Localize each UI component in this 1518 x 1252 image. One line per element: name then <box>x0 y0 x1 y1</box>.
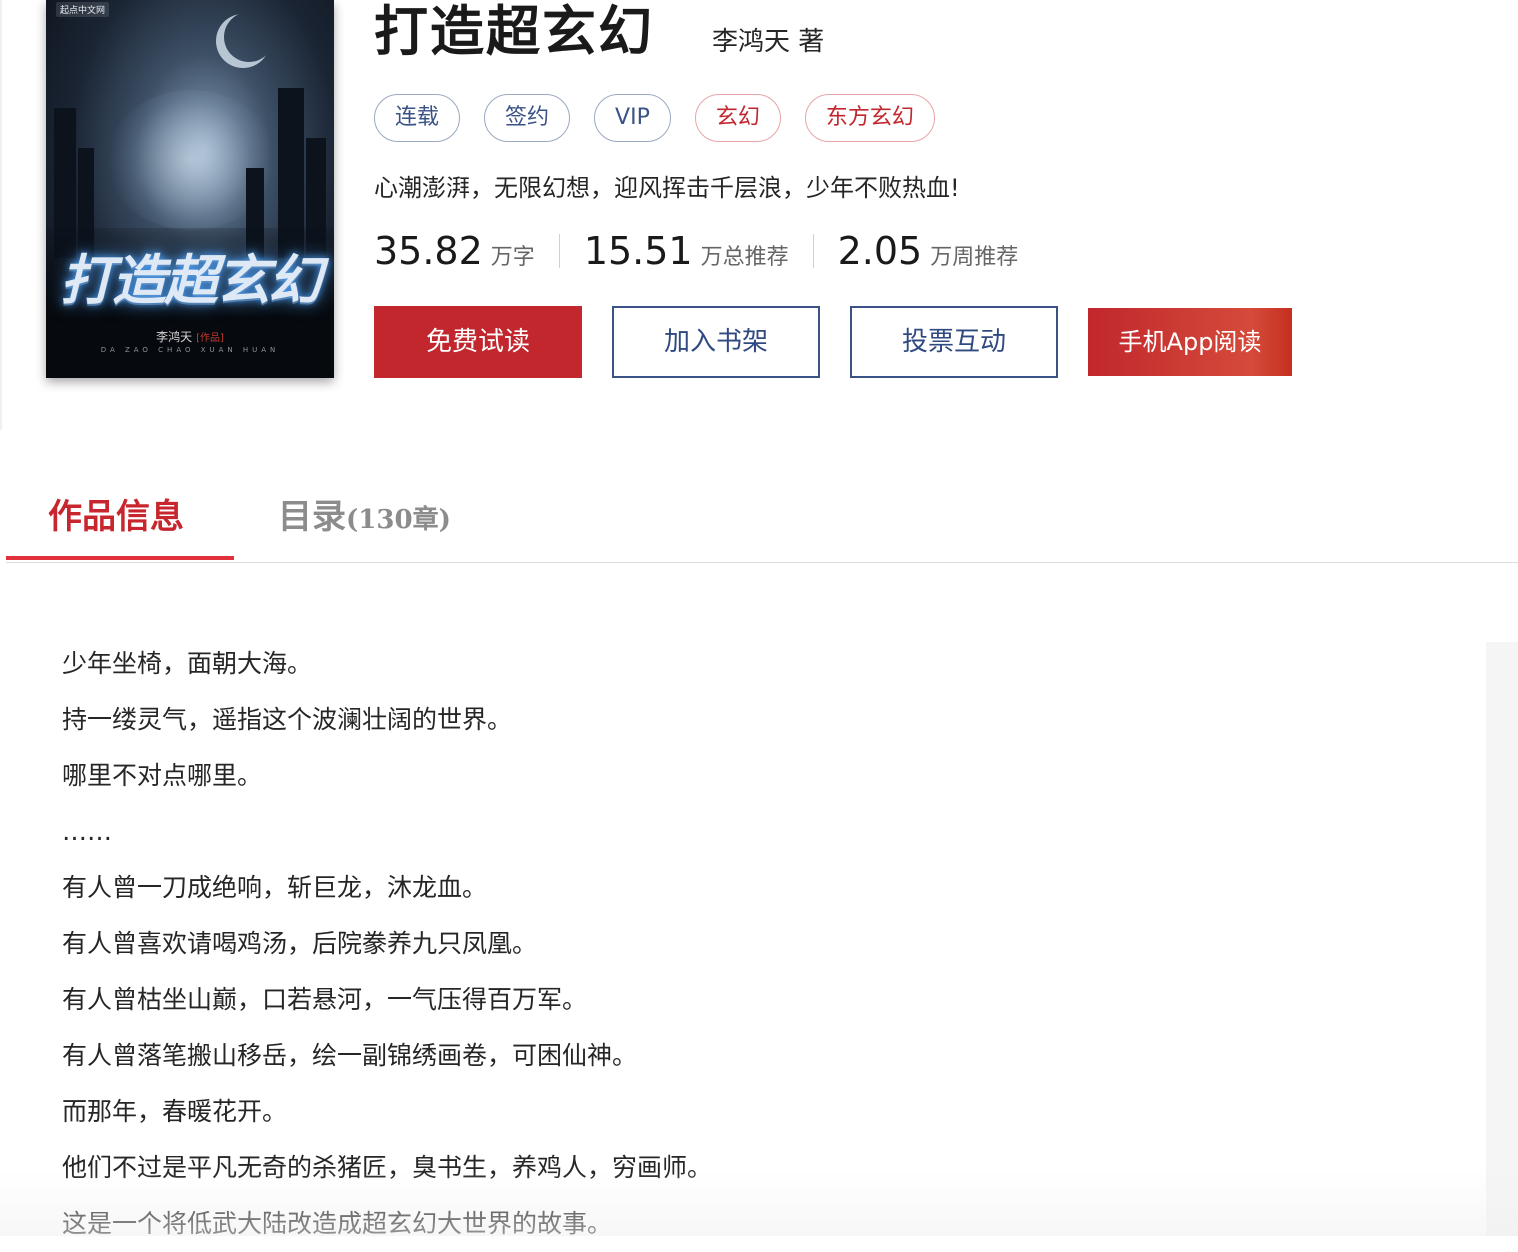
stat-value: 15.51 <box>583 229 693 273</box>
tag-signed: 签约 <box>484 94 571 142</box>
stat-value: 2.05 <box>837 229 923 273</box>
stat-divider <box>558 234 560 268</box>
right-side-panel <box>1486 642 1518 1236</box>
cover-author: 李鸿天 [作品] <box>46 328 334 345</box>
description-line: 有人曾一刀成绝响，斩巨龙，沐龙血。 <box>62 873 488 902</box>
stat-divider <box>812 234 814 268</box>
description-line: 持一缕灵气，遥指这个波澜壮阔的世界。 <box>62 705 513 734</box>
stat-value: 35.82 <box>374 229 483 273</box>
tab-catalog-label: 目录 <box>278 497 346 537</box>
cover-publisher-logo: 起点中文网 <box>56 2 110 17</box>
book-title: 打造超玄幻 <box>374 0 654 63</box>
stat-unit: 万周推荐 <box>930 245 1019 270</box>
book-cover[interactable]: 起点中文网 打造超玄幻 李鸿天 [作品] DA ZAO CHAO XUAN HUA… <box>46 0 334 378</box>
book-stats: 35.82 万字 15.51 万总推荐 2.05 万周推荐 <box>374 228 1018 274</box>
description-line: 哪里不对点哪里。 <box>62 761 263 790</box>
description-line: 他们不过是平凡无奇的杀猪匠，臭书生，养鸡人，穷画师。 <box>62 1153 713 1182</box>
book-intro: 心潮澎湃，无限幻想，迎风挥击千层浪，少年不败热血! <box>374 174 960 202</box>
description-line: 这是一个将低武大陆改造成超玄幻大世界的故事。 <box>62 1209 613 1238</box>
book-author[interactable]: 李鸿天 著 <box>712 24 824 60</box>
cover-author-name: 李鸿天 <box>156 330 193 344</box>
tab-book-info[interactable]: 作品信息 <box>48 490 184 544</box>
cover-author-tag: [作品] <box>196 333 224 344</box>
tag-status: 连载 <box>374 94 461 142</box>
description-line: 有人曾落笔搬山移岳，绘一副锦绣画卷，可困仙神。 <box>62 1041 638 1070</box>
cover-moon <box>224 12 274 62</box>
tag-list: 连载 签约 VIP 玄幻 东方玄幻 <box>374 94 959 142</box>
tag-category[interactable]: 玄幻 <box>694 94 781 142</box>
tab-catalog[interactable]: 目录(130章) <box>278 490 451 547</box>
tag-vip: VIP <box>594 94 671 142</box>
description-line: …… <box>62 817 112 846</box>
active-tab-indicator <box>6 556 234 560</box>
vote-button[interactable]: 投票互动 <box>850 306 1058 378</box>
tag-subcategory[interactable]: 东方玄幻 <box>804 94 935 142</box>
stat-weekly-recommend: 2.05 万周推荐 <box>838 228 1019 274</box>
cover-pinyin: DA ZAO CHAO XUAN HUAN <box>100 346 280 354</box>
cover-title: 打造超玄幻 <box>60 248 322 312</box>
stat-unit: 万总推荐 <box>700 245 789 270</box>
left-edge-divider <box>0 0 2 430</box>
description-line: 少年坐椅，面朝大海。 <box>62 649 313 678</box>
free-read-button[interactable]: 免费试读 <box>374 306 582 378</box>
description-line: 而那年，春暖花开。 <box>62 1097 288 1126</box>
add-to-shelf-button[interactable]: 加入书架 <box>612 306 820 378</box>
book-description: 少年坐椅，面朝大海。 持一缕灵气，遥指这个波澜壮阔的世界。 哪里不对点哪里。 …… <box>62 636 712 1252</box>
stat-unit: 万字 <box>490 245 535 270</box>
action-buttons: 免费试读 加入书架 投票互动 手机App阅读 <box>374 306 1322 378</box>
stat-total-recommend: 15.51 万总推荐 <box>584 228 789 274</box>
stat-word-count: 35.82 万字 <box>374 228 535 274</box>
description-line: 有人曾喜欢请喝鸡汤，后院豢养九只凤凰。 <box>62 929 538 958</box>
description-line: 有人曾枯坐山巅，口若悬河，一气压得百万军。 <box>62 985 588 1014</box>
tab-catalog-count: (130章) <box>346 505 451 535</box>
content-tabs: 作品信息 目录(130章) <box>6 470 1518 563</box>
app-read-button[interactable]: 手机App阅读 <box>1088 308 1292 376</box>
